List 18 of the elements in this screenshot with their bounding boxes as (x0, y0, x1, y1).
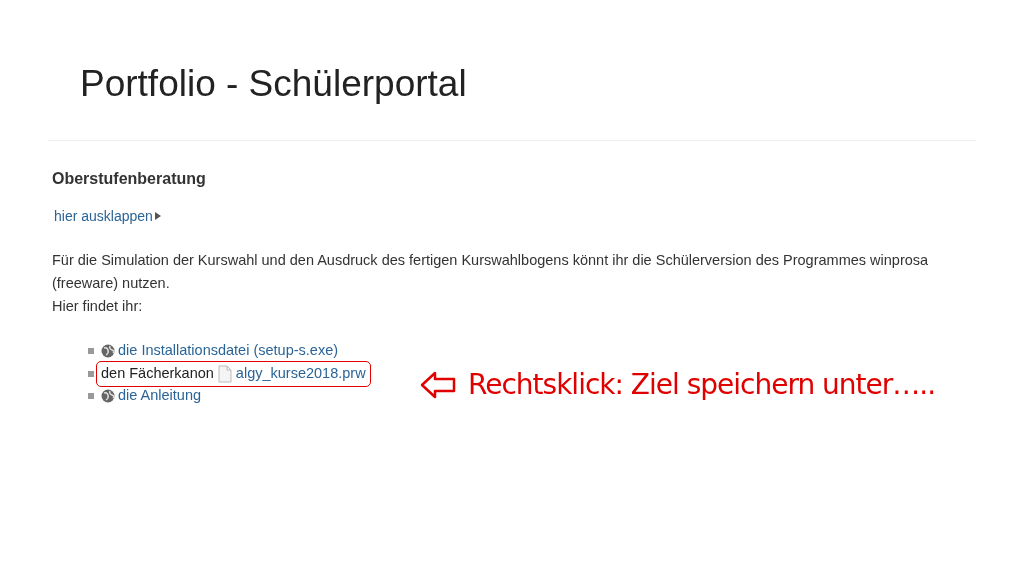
expand-triangle-icon (154, 212, 161, 220)
slide-title: Portfolio - Schülerportal (80, 62, 467, 106)
globe-icon (101, 344, 115, 359)
section-heading: Oberstufenberatung (52, 169, 206, 189)
left-arrow-icon (420, 371, 456, 399)
expand-link[interactable]: hier ausklappen (54, 207, 153, 225)
bullet-icon (88, 370, 94, 377)
callout-text: Rechtsklick: Ziel speichern unter….. (468, 367, 936, 403)
file-icon (217, 364, 232, 383)
intro-text: Hier findet ihr: (52, 297, 143, 316)
globe-icon (101, 389, 115, 404)
bullet-icon (88, 348, 94, 355)
item-text: den Fächerkanon (101, 363, 214, 383)
download-link[interactable]: die Anleitung (118, 385, 202, 408)
paragraph: Für die Simulation der Kurswahl und den Ausdruck des fertigen Kurswahlbogens könnt ihr die Schülerversion des Programmes winprosa (freeware) nutzen. (52, 251, 930, 293)
download-link[interactable]: die Installationsdatei (setup-s.exe) (118, 340, 339, 363)
bullet-icon (88, 393, 94, 400)
file-link[interactable]: algy_kurse2018.prw (235, 362, 366, 385)
